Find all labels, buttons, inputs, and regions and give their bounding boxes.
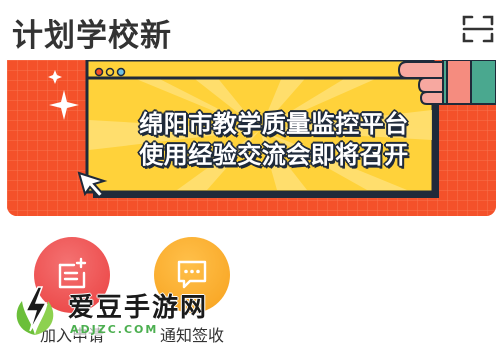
join-request-label: 加入申请: [39, 326, 104, 345]
notice-signoff-circle: [154, 237, 230, 313]
promo-banner[interactable]: 绵阳市教学质量监控平台 使用经验交流会即将召开: [7, 60, 496, 216]
scan-icon: [462, 15, 494, 43]
message-icon: [177, 260, 207, 289]
scan-button[interactable]: [462, 14, 494, 44]
notice-signoff-button[interactable]: 通知签收: [154, 237, 230, 345]
banner-headline-line2: 使用经验交流会即将召开: [139, 141, 409, 169]
banner-headline-line1: 绵阳市教学质量监控平台: [139, 110, 409, 138]
join-request-circle: [34, 237, 110, 313]
top-header: 计划学校新: [0, 0, 503, 58]
page-title: 计划学校新: [12, 18, 172, 54]
notice-signoff-label: 通知签收: [159, 326, 224, 345]
join-request-icon: [58, 257, 87, 289]
join-request-button[interactable]: 加入申请: [34, 237, 110, 345]
